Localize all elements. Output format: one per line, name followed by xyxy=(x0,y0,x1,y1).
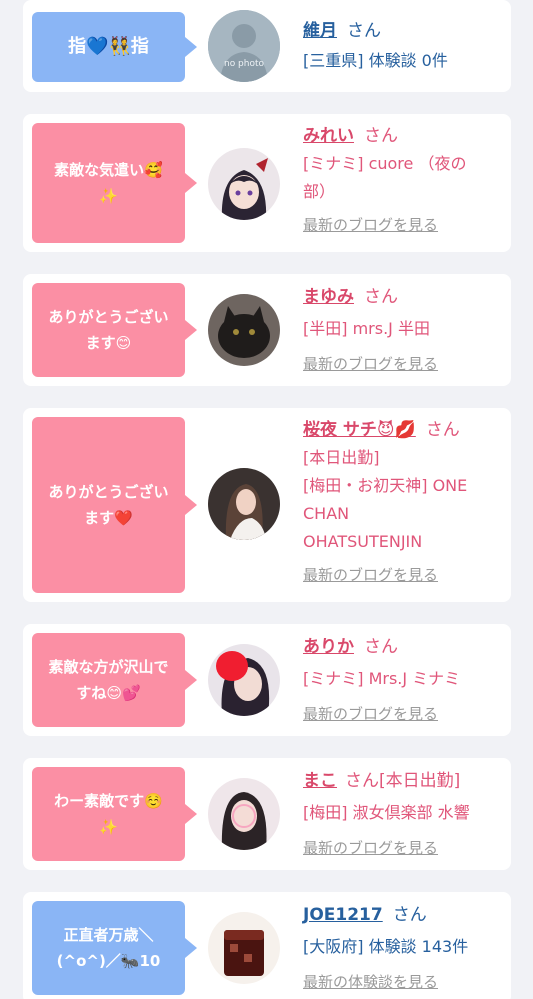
user-info: JOE1217 さん [大阪府] 体験談 143件 最新の体験談を見る xyxy=(303,901,503,995)
user-card: わー素敵です☺️ ✨ まこ さん[本日出勤] [梅田] 淑女倶楽部 水響 最新のブ… xyxy=(23,758,511,870)
latest-blog-link[interactable]: 最新のブログを見る xyxy=(303,212,503,238)
user-info: まゆみ さん [半田] mrs.J 半田 最新のブログを見る xyxy=(303,283,503,377)
avatar[interactable] xyxy=(208,912,280,984)
comment-bubble: 素敵な方が沢山で すね😊💕 xyxy=(32,633,197,727)
latest-blog-link[interactable]: 最新のブログを見る xyxy=(303,562,503,588)
avatar[interactable] xyxy=(208,778,280,850)
user-card: ありがとうござい ます😊 まゆみ さん [半田] mrs.J 半田 最新のブログを… xyxy=(23,274,511,386)
user-name-link[interactable]: 桜夜 サチ😈💋 xyxy=(303,420,416,440)
avatar[interactable] xyxy=(208,468,280,540)
user-name-link[interactable]: まゆみ xyxy=(303,287,354,307)
latest-blog-link[interactable]: 最新のブログを見る xyxy=(303,351,503,377)
user-card: 正直者万歳＼ (^o^)／🐜10 JOE1217 さん [大阪府] 体験談 143… xyxy=(23,892,511,999)
user-info: ありか さん [ミナミ] Mrs.J ミナミ 最新のブログを見る xyxy=(303,633,503,727)
no-photo-placeholder-icon: no photo xyxy=(208,10,280,82)
user-detail: [ミナミ] Mrs.J ミナミ xyxy=(303,669,461,688)
avatar[interactable] xyxy=(208,148,280,220)
honorific: さん xyxy=(364,287,398,307)
user-name-link[interactable]: 維月 xyxy=(303,21,337,41)
avatar[interactable]: no photo xyxy=(208,10,280,82)
honorific: さん xyxy=(347,21,381,41)
user-card: 指💙👯指 no photo 維月 さん [三重県] 体験談 0件 xyxy=(23,0,511,92)
user-info: まこ さん[本日出勤] [梅田] 淑女倶楽部 水響 最新のブログを見る xyxy=(303,767,503,861)
latest-review-link[interactable]: 最新の体験談を見る xyxy=(303,969,503,995)
comment-bubble: 正直者万歳＼ (^o^)／🐜10 xyxy=(32,901,197,995)
user-detail: [三重県] 体験談 0件 xyxy=(303,51,448,70)
user-info: みれい さん [ミナミ] cuore （夜の 部） 最新のブログを見る xyxy=(303,122,503,238)
portrait-photo-icon xyxy=(208,468,280,540)
avatar[interactable] xyxy=(208,294,280,366)
comment-bubble: ありがとうござい ます😊 xyxy=(32,283,197,377)
user-detail: [大阪府] 体験談 143件 xyxy=(303,937,469,956)
user-name-link[interactable]: ありか xyxy=(303,637,354,657)
user-detail: [梅田] 淑女倶楽部 水響 xyxy=(303,803,470,822)
honorific: さん[本日出勤] xyxy=(345,771,461,791)
portrait-photo-icon xyxy=(208,644,280,716)
user-card: 素敵な気遣い🥰 ✨ みれい さん [ミナミ] cuore （夜の 部） 最新のブロ… xyxy=(23,114,511,252)
comment-bubble: ありがとうござい ます❤️ xyxy=(32,417,197,593)
user-card: 素敵な方が沢山で すね😊💕 ありか さん [ミナミ] Mrs.J ミナミ 最新のブ… xyxy=(23,624,511,736)
user-info: 桜夜 サチ😈💋 さん [本日出勤] [梅田・お初天神] ONE CHAN OHAT… xyxy=(303,416,503,588)
drink-photo-icon xyxy=(208,912,280,984)
honorific: さん xyxy=(425,420,460,440)
cat-photo-icon xyxy=(208,294,280,366)
user-card: ありがとうござい ます❤️ 桜夜 サチ😈💋 さん [本日出勤] [梅田・お初天神]… xyxy=(23,408,511,602)
anime-avatar-icon xyxy=(208,148,280,220)
latest-blog-link[interactable]: 最新のブログを見る xyxy=(303,701,503,727)
user-detail: [ミナミ] cuore （夜の 部） xyxy=(303,154,467,201)
comment-bubble: わー素敵です☺️ ✨ xyxy=(32,767,197,861)
portrait-photo-icon xyxy=(208,778,280,850)
avatar[interactable] xyxy=(208,644,280,716)
honorific: さん xyxy=(364,126,398,146)
user-info: 維月 さん [三重県] 体験談 0件 xyxy=(303,17,503,75)
honorific: さん xyxy=(392,905,427,925)
user-name-link[interactable]: みれい xyxy=(303,126,354,146)
user-detail: [半田] mrs.J 半田 xyxy=(303,319,430,338)
user-name-link[interactable]: JOE1217 xyxy=(303,905,383,925)
user-name-link[interactable]: まこ xyxy=(303,771,337,791)
comment-bubble: 指💙👯指 xyxy=(32,12,197,82)
latest-blog-link[interactable]: 最新のブログを見る xyxy=(303,835,503,861)
user-detail: [本日出勤] [梅田・お初天神] ONE CHAN OHATSUTENJIN xyxy=(303,448,468,551)
no-photo-label: no photo xyxy=(224,59,265,69)
comment-bubble: 素敵な気遣い🥰 ✨ xyxy=(32,123,197,243)
honorific: さん xyxy=(364,637,398,657)
